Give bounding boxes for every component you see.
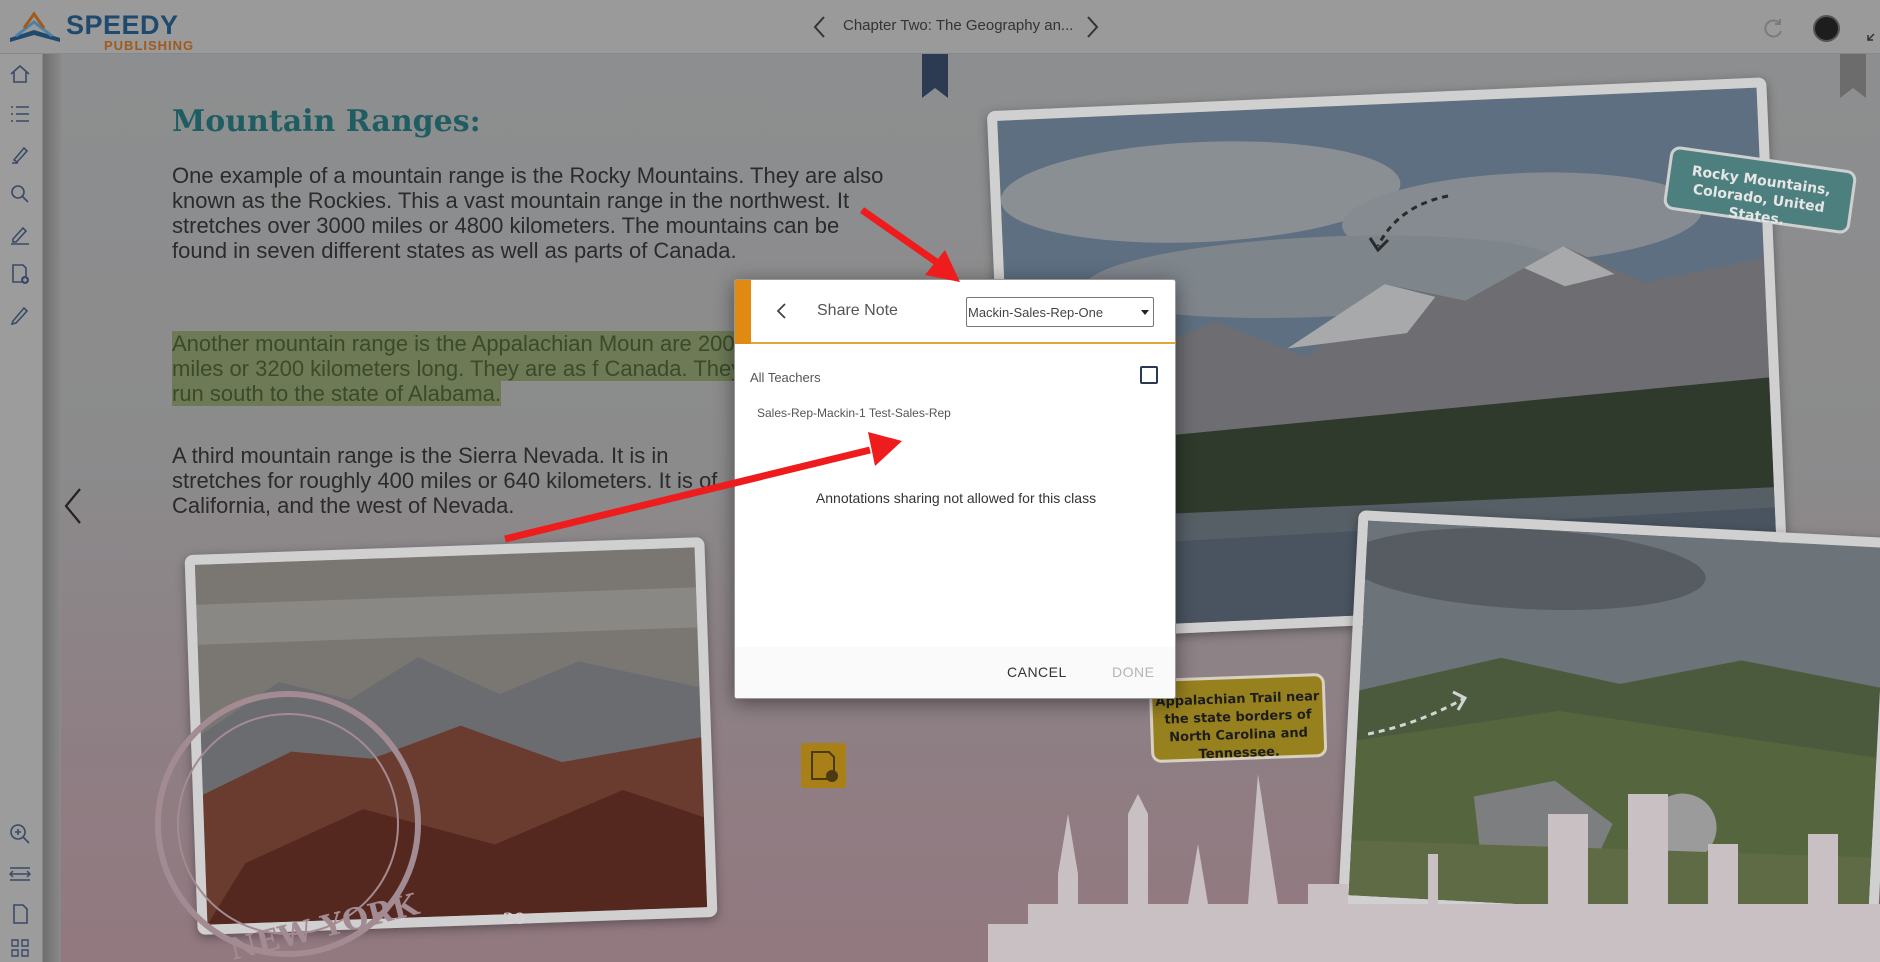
- teacher-list-item[interactable]: Sales-Rep-Mackin-1 Test-Sales-Rep: [757, 406, 951, 420]
- dialog-header: Share Note Mackin-Sales-Rep-One: [735, 280, 1175, 344]
- dialog-footer: [735, 647, 1175, 698]
- grid-view-icon[interactable]: [8, 936, 32, 960]
- sync-icon[interactable]: [1762, 16, 1786, 40]
- speedy-publishing-logo[interactable]: SPEEDY PUBLISHING: [6, 6, 196, 53]
- chevron-down-icon: [1141, 310, 1149, 315]
- prev-chapter-icon[interactable]: [808, 14, 832, 40]
- collapse-icon[interactable]: [1866, 24, 1880, 42]
- cancel-button[interactable]: CANCEL: [1007, 664, 1067, 680]
- all-teachers-checkbox[interactable]: [1140, 366, 1158, 384]
- brand-subtitle: PUBLISHING: [104, 38, 195, 53]
- bookmark-right-icon[interactable]: [1840, 54, 1866, 98]
- paragraph-rockies: One example of a mountain range is the R…: [172, 163, 884, 263]
- book-spine: [43, 54, 61, 962]
- brand-name: SPEEDY: [66, 10, 179, 40]
- dialog-accent-bar: [735, 280, 751, 344]
- pencil-icon[interactable]: [8, 302, 32, 326]
- next-chapter-icon[interactable]: [1080, 14, 1104, 40]
- book-logo-icon: [10, 11, 60, 42]
- dashed-arrow-icon: [1368, 690, 1468, 736]
- page-number: 20: [503, 909, 526, 928]
- page-heading: Mountain Ranges:: [172, 104, 481, 139]
- left-toolbar: [0, 54, 43, 962]
- add-note-icon[interactable]: [8, 262, 32, 286]
- prev-page-icon[interactable]: [62, 486, 84, 526]
- fit-width-icon[interactable]: [8, 862, 32, 886]
- zoom-in-icon[interactable]: [8, 822, 32, 846]
- single-page-icon[interactable]: [8, 902, 32, 926]
- search-icon[interactable]: [8, 182, 32, 206]
- highlighter-icon[interactable]: [8, 142, 32, 166]
- note-marker-icon[interactable]: [801, 743, 846, 788]
- toc-icon[interactable]: [8, 102, 32, 126]
- highlighted-text[interactable]: Another mountain range is the Appalachia…: [172, 331, 747, 406]
- city-skyline-icon: [988, 774, 1880, 962]
- back-icon[interactable]: [775, 302, 787, 320]
- bookmark-left-icon[interactable]: [922, 54, 948, 98]
- user-avatar[interactable]: [1813, 15, 1840, 42]
- share-note-dialog: Share Note Mackin-Sales-Rep-One All Teac…: [734, 279, 1176, 699]
- top-bar: SPEEDY PUBLISHING Chapter Two: The Geogr…: [0, 0, 1880, 54]
- class-select-value: Mackin-Sales-Rep-One: [968, 305, 1104, 320]
- new-york-stamp-icon: NEW YORK: [155, 691, 423, 962]
- home-icon[interactable]: [8, 62, 32, 86]
- done-button[interactable]: DONE: [1112, 664, 1154, 680]
- paragraph-appalachian[interactable]: Another mountain range is the Appalachia…: [172, 331, 752, 406]
- class-select[interactable]: Mackin-Sales-Rep-One: [966, 297, 1154, 327]
- all-teachers-label: All Teachers: [750, 370, 821, 385]
- dashed-arrow-icon: [1368, 194, 1449, 253]
- dialog-title: Share Note: [817, 302, 898, 319]
- sharing-not-allowed-message: Annotations sharing not allowed for this…: [815, 490, 1097, 506]
- pen-icon[interactable]: [8, 222, 32, 246]
- paragraph-sierra-nevada: A third mountain range is the Sierra Nev…: [172, 443, 718, 518]
